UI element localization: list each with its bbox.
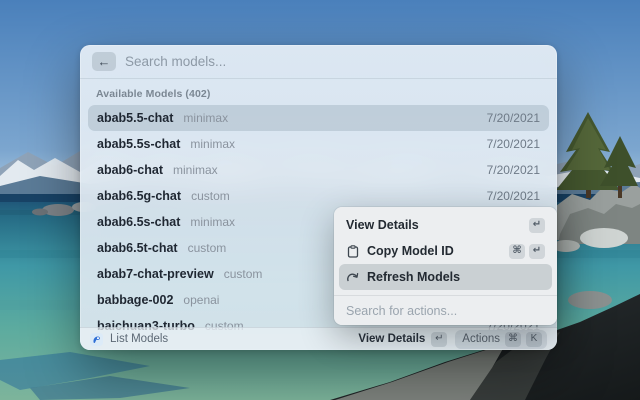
key-badge: ↵ [529,243,545,259]
model-date: 7/20/2021 [486,163,540,177]
model-provider: openai [183,293,220,307]
refresh-icon [346,271,359,284]
primary-action-button[interactable]: View Details ↵ [358,331,448,347]
actions-button[interactable]: Actions ⌘ K [455,329,547,349]
model-date: 7/20/2021 [486,189,540,203]
model-date: 7/20/2021 [486,111,540,125]
model-provider: custom [223,267,263,281]
model-name: abab7-chat-preview [97,267,214,281]
model-name: abab6.5t-chat [97,241,178,255]
model-provider: minimax [173,163,218,177]
extension-logo-icon [90,332,103,346]
action-menu-item-label: View Details [346,218,419,232]
model-provider: minimax [190,215,236,229]
actions-search-input[interactable]: Search for actions... [334,296,557,325]
model-name: abab6-chat [97,163,163,177]
model-list-item[interactable]: abab6-chat minimax 7/20/2021 [88,157,549,183]
back-arrow-icon: ← [97,54,111,69]
clipboard-icon [346,244,359,258]
action-menu-item[interactable]: View Details ↵ [339,212,552,238]
model-provider: minimax [183,111,229,125]
model-name: abab5.5-chat [97,111,174,125]
actions-popup: View Details ↵ Copy Model ID ⌘ ↵ Refresh … [334,207,557,325]
back-button[interactable]: ← [92,52,116,71]
model-name: abab6.5g-chat [97,189,182,203]
section-header: Available Models (402) [96,88,211,100]
model-name: abab5.5s-chat [97,137,181,151]
action-menu-item[interactable]: Copy Model ID ⌘ ↵ [339,238,552,264]
command-name: List Models [110,333,169,345]
model-list-item[interactable]: abab5.5s-chat minimax 7/20/2021 [88,131,549,157]
footer-bar: List Models View Details ↵ Actions ⌘ K [80,327,557,350]
model-provider: custom [187,241,227,255]
action-menu-item-label: Copy Model ID [367,244,454,258]
model-list-item[interactable]: abab5.5-chat minimax 7/20/2021 [88,105,549,131]
primary-action-label: View Details [358,333,426,345]
actions-popup-items: View Details ↵ Copy Model ID ⌘ ↵ Refresh … [334,207,557,295]
key-badge: ↵ [529,217,545,233]
key-badge: ⌘ [509,243,525,259]
model-provider: custom [191,189,230,203]
action-menu-item-label: Refresh Models [367,270,461,284]
model-name: abab6.5s-chat [97,215,181,229]
search-bar: ← Search models... [80,45,557,78]
model-provider: minimax [190,137,236,151]
model-name: babbage-002 [97,293,174,307]
search-input[interactable]: Search models... [125,54,226,69]
model-date: 7/20/2021 [486,137,540,151]
action-menu-item[interactable]: Refresh Models [339,264,552,290]
cmd-key-badge: ⌘ [505,331,521,347]
actions-button-label: Actions [462,333,500,345]
k-key-badge: K [526,331,542,347]
model-list-item[interactable]: abab6.5g-chat custom 7/20/2021 [88,183,549,209]
footer-actions: View Details ↵ Actions ⌘ K [358,329,547,349]
return-key-badge: ↵ [431,331,448,347]
